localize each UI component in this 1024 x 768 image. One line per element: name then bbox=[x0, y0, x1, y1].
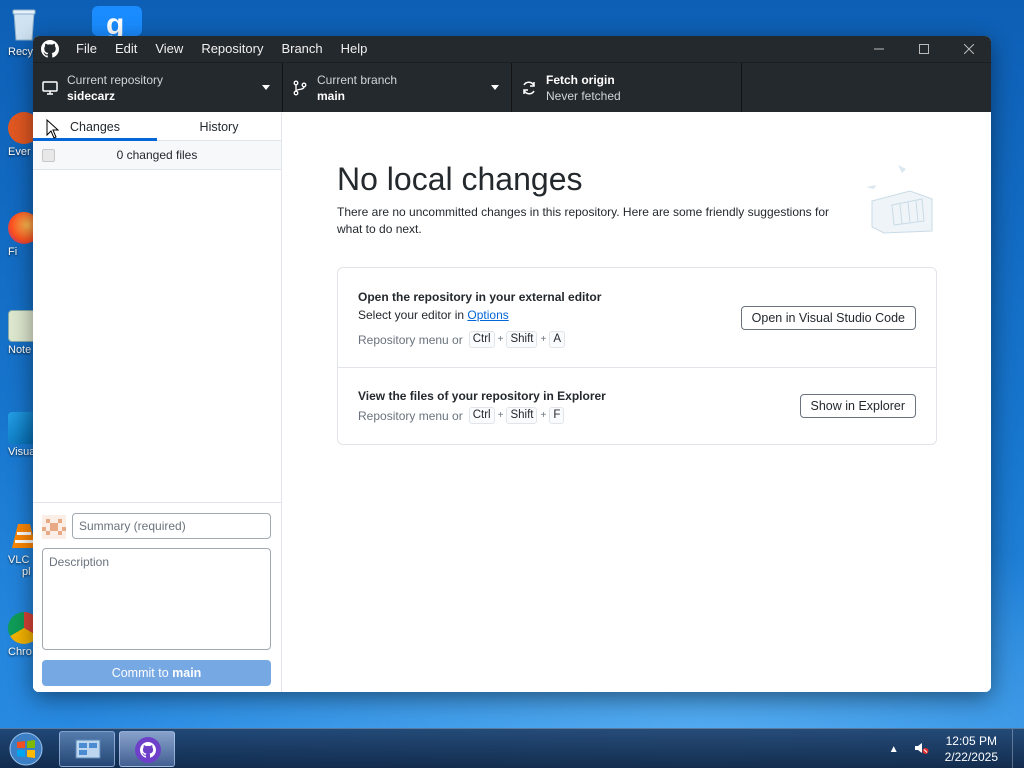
key-shift: Shift bbox=[506, 331, 538, 348]
changed-files-header: 0 changed files bbox=[33, 141, 281, 170]
menu-help[interactable]: Help bbox=[332, 36, 377, 62]
key-ctrl: Ctrl bbox=[468, 407, 495, 424]
menu-file[interactable]: File bbox=[67, 36, 106, 62]
show-desktop-button[interactable] bbox=[1012, 729, 1024, 768]
minimize-button[interactable] bbox=[856, 36, 901, 62]
open-in-vscode-button[interactable]: Open in Visual Studio Code bbox=[740, 306, 916, 330]
repository-icon bbox=[33, 80, 67, 96]
fetch-status: Never fetched bbox=[546, 88, 621, 103]
sync-icon bbox=[512, 80, 546, 96]
suggestion-subtitle: Select your editor in Options bbox=[358, 308, 509, 322]
keyboard-shortcut: Repository menu or Ctrl + Shift + A bbox=[358, 331, 565, 348]
fetch-origin-label: Fetch origin bbox=[546, 72, 615, 87]
current-branch-dropdown[interactable]: Current branch main bbox=[283, 63, 512, 112]
suggestion-title: View the files of your repository in Exp… bbox=[358, 389, 606, 403]
changed-files-count: 0 changed files bbox=[116, 148, 198, 162]
show-in-explorer-button[interactable]: Show in Explorer bbox=[799, 394, 916, 418]
shortcut-prefix: Repository menu or bbox=[358, 332, 463, 347]
github-desktop-icon bbox=[135, 737, 161, 763]
minimize-icon bbox=[873, 48, 884, 50]
shortcut-prefix: Repository menu or bbox=[358, 408, 463, 423]
close-button[interactable] bbox=[946, 36, 991, 62]
file-explorer-icon bbox=[75, 739, 101, 759]
key-ctrl: Ctrl bbox=[468, 331, 495, 348]
chevron-down-icon bbox=[491, 85, 499, 90]
branch-icon bbox=[283, 80, 317, 96]
main-panel: No local changes There are no uncommitte… bbox=[282, 113, 991, 692]
maximize-button[interactable] bbox=[901, 36, 946, 62]
page-title: No local changes bbox=[337, 161, 583, 197]
keyboard-shortcut: Repository menu or Ctrl + Shift + F bbox=[358, 407, 565, 424]
taskbar-file-explorer[interactable] bbox=[59, 731, 115, 767]
clock[interactable]: 12:05 PM 2/22/2025 bbox=[935, 733, 1012, 765]
current-repository-dropdown[interactable]: Current repository sidecarz bbox=[33, 63, 283, 112]
mouse-cursor-icon bbox=[46, 119, 60, 139]
key-a: A bbox=[549, 331, 565, 348]
app-icon: g bbox=[106, 8, 124, 41]
windows-logo-icon bbox=[9, 732, 43, 766]
current-branch-label: Current branch bbox=[317, 72, 398, 87]
key-f: F bbox=[549, 407, 565, 424]
summary-input[interactable] bbox=[72, 513, 271, 539]
options-link[interactable]: Options bbox=[467, 308, 508, 322]
desktop-icon-app[interactable]: g bbox=[92, 6, 142, 41]
tab-history[interactable]: History bbox=[157, 113, 281, 140]
description-input[interactable] bbox=[42, 548, 271, 650]
menu-edit[interactable]: Edit bbox=[106, 36, 146, 62]
clock-date: 2/22/2025 bbox=[944, 750, 998, 764]
suggestions-panel: Open the repository in your external edi… bbox=[337, 267, 937, 445]
commit-button[interactable]: Commit to main bbox=[42, 660, 271, 686]
suggestion-subtitle-text: Select your editor in bbox=[358, 308, 468, 322]
svg-text:g: g bbox=[106, 8, 124, 36]
menu-branch[interactable]: Branch bbox=[272, 36, 331, 62]
maximize-icon bbox=[918, 44, 929, 54]
start-button[interactable] bbox=[4, 731, 48, 767]
current-branch-value: main bbox=[317, 88, 346, 103]
suggestion-open-editor: Open the repository in your external edi… bbox=[338, 268, 936, 368]
title-bar: File Edit View Repository Branch Help bbox=[33, 36, 991, 62]
github-desktop-window: File Edit View Repository Branch Help Cu… bbox=[33, 36, 991, 692]
fetch-origin-button[interactable]: Fetch origin Never fetched bbox=[512, 63, 742, 112]
toolbar: Current repository sidecarz Current bran… bbox=[33, 62, 991, 112]
system-tray: ▲ 12:05 PM 2/22/2025 bbox=[881, 729, 1024, 768]
clock-time: 12:05 PM bbox=[945, 734, 997, 748]
commit-button-prefix: Commit to bbox=[111, 666, 173, 680]
commit-form: Commit to main bbox=[33, 502, 281, 692]
recycle-bin-icon bbox=[8, 6, 40, 41]
commit-button-branch: main bbox=[172, 666, 202, 680]
key-shift: Shift bbox=[506, 407, 538, 424]
close-icon bbox=[963, 44, 974, 54]
show-hidden-icons-button[interactable]: ▲ bbox=[881, 744, 907, 755]
empty-state-illustration bbox=[862, 161, 942, 241]
sidebar-tabs: Changes History bbox=[33, 113, 281, 141]
menu-repository[interactable]: Repository bbox=[192, 36, 272, 62]
taskbar: ▲ 12:05 PM 2/22/2025 bbox=[0, 728, 1024, 768]
select-all-checkbox[interactable] bbox=[42, 149, 55, 162]
chevron-down-icon bbox=[262, 85, 270, 90]
avatar bbox=[42, 515, 66, 539]
suggestion-show-explorer: View the files of your repository in Exp… bbox=[338, 368, 936, 444]
suggestion-title: Open the repository in your external edi… bbox=[358, 290, 602, 304]
page-description: There are no uncommitted changes in this… bbox=[337, 205, 830, 236]
menu-view[interactable]: View bbox=[146, 36, 192, 62]
github-logo-icon bbox=[33, 36, 67, 62]
current-repository-value: sidecarz bbox=[67, 88, 116, 103]
sidebar: Changes History 0 changed files Commit t… bbox=[33, 113, 282, 692]
current-repository-label: Current repository bbox=[67, 72, 164, 87]
taskbar-github-desktop[interactable] bbox=[119, 731, 175, 767]
volume-muted-icon[interactable] bbox=[907, 740, 935, 759]
